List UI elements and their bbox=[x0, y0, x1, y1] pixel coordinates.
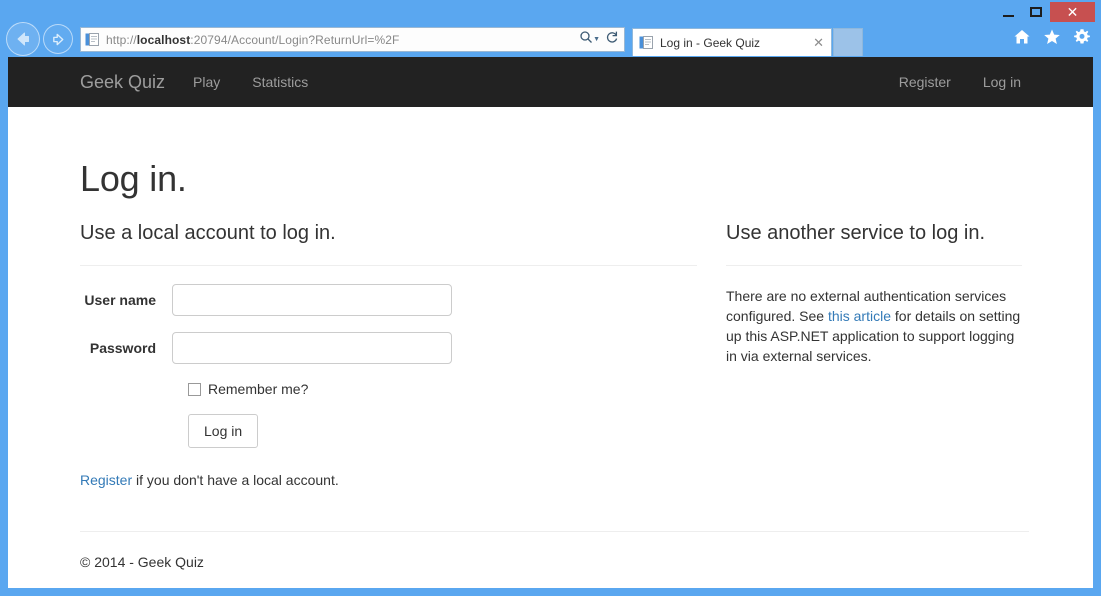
page-footer: © 2014 - Geek Quiz bbox=[80, 531, 1029, 586]
site-navbar: Geek Quiz Play Statistics Register Log i… bbox=[8, 57, 1093, 107]
settings-gear-icon[interactable] bbox=[1073, 28, 1091, 46]
browser-chrome-bar: http://localhost:20794/Account/Login?Ret… bbox=[0, 0, 1101, 57]
remember-me-label: Remember me? bbox=[208, 380, 308, 398]
nav-link-statistics[interactable]: Statistics bbox=[252, 73, 308, 91]
register-link[interactable]: Register bbox=[80, 472, 132, 488]
login-row: Use a local account to log in. User name… bbox=[80, 221, 1029, 504]
browser-toolbar-icons bbox=[1013, 28, 1091, 46]
browser-tab[interactable]: Log in - Geek Quiz ✕ bbox=[632, 28, 832, 56]
close-icon: ✕ bbox=[1067, 5, 1079, 19]
back-button[interactable] bbox=[6, 22, 40, 56]
footer-divider bbox=[80, 531, 1029, 532]
navigation-buttons bbox=[6, 22, 73, 56]
navbar-account-links: Register Log in bbox=[899, 73, 1021, 91]
page-container: Log in. Use a local account to log in. U… bbox=[80, 107, 1029, 504]
navbar-primary-links: Play Statistics bbox=[193, 73, 308, 91]
external-login-message: There are no external authentication ser… bbox=[726, 286, 1022, 366]
search-icon[interactable] bbox=[579, 30, 593, 49]
external-login-divider bbox=[726, 265, 1022, 266]
nav-link-login[interactable]: Log in bbox=[983, 73, 1021, 91]
page-title: Log in. bbox=[80, 107, 1029, 199]
local-login-divider bbox=[80, 265, 697, 266]
back-arrow-icon bbox=[13, 29, 33, 49]
minimize-icon bbox=[1003, 15, 1014, 17]
new-tab-button[interactable] bbox=[833, 28, 863, 56]
password-input[interactable] bbox=[172, 332, 452, 364]
tab-close-icon[interactable]: ✕ bbox=[810, 36, 827, 49]
login-submit-button[interactable]: Log in bbox=[188, 414, 258, 448]
register-prompt-text: if you don't have a local account. bbox=[132, 472, 339, 488]
forward-arrow-icon bbox=[50, 31, 67, 48]
maximize-icon bbox=[1030, 7, 1042, 17]
page-favicon-icon bbox=[85, 32, 100, 47]
register-prompt: Register if you don't have a local accou… bbox=[80, 470, 697, 490]
footer-copyright: © 2014 - Geek Quiz bbox=[80, 552, 1029, 572]
address-bar[interactable]: http://localhost:20794/Account/Login?Ret… bbox=[80, 27, 625, 52]
column-spacer bbox=[697, 221, 726, 504]
remember-me-row[interactable]: Remember me? bbox=[188, 380, 697, 398]
local-login-heading: Use a local account to log in. bbox=[80, 221, 697, 245]
browser-window: http://localhost:20794/Account/Login?Ret… bbox=[0, 0, 1101, 596]
password-form-group: Password bbox=[80, 332, 697, 364]
external-login-column: Use another service to log in. There are… bbox=[726, 221, 1022, 504]
login-form: User name Password Remember me? bbox=[80, 284, 697, 448]
password-label: Password bbox=[80, 340, 172, 356]
forward-button[interactable] bbox=[43, 24, 73, 54]
username-input[interactable] bbox=[172, 284, 452, 316]
url-host: localhost bbox=[137, 33, 191, 47]
url-prefix: http:// bbox=[106, 33, 137, 47]
tab-favicon-icon bbox=[639, 35, 654, 50]
window-controls: ✕ bbox=[994, 2, 1095, 22]
remember-me-checkbox[interactable] bbox=[188, 383, 201, 396]
nav-link-register[interactable]: Register bbox=[899, 73, 951, 91]
url-rest: :20794/Account/Login?ReturnUrl=%2F bbox=[190, 33, 399, 47]
this-article-link[interactable]: this article bbox=[828, 308, 891, 324]
search-dropdown-caret-icon[interactable]: ▼ bbox=[593, 36, 600, 43]
external-login-heading: Use another service to log in. bbox=[726, 221, 1022, 245]
nav-link-play[interactable]: Play bbox=[193, 73, 220, 91]
maximize-button[interactable] bbox=[1022, 2, 1050, 22]
tab-title: Log in - Geek Quiz bbox=[660, 36, 810, 50]
local-login-column: Use a local account to log in. User name… bbox=[80, 221, 697, 504]
address-url-text: http://localhost:20794/Account/Login?Ret… bbox=[106, 33, 579, 47]
refresh-icon[interactable] bbox=[605, 30, 619, 49]
home-icon[interactable] bbox=[1013, 28, 1031, 46]
username-form-group: User name bbox=[80, 284, 697, 316]
username-label: User name bbox=[80, 292, 172, 308]
page-viewport: Geek Quiz Play Statistics Register Log i… bbox=[8, 57, 1093, 588]
favorites-star-icon[interactable] bbox=[1043, 28, 1061, 46]
form-actions: Remember me? Log in bbox=[80, 380, 697, 448]
minimize-button[interactable] bbox=[994, 2, 1022, 22]
address-bar-tools: ▼ bbox=[579, 30, 624, 49]
close-window-button[interactable]: ✕ bbox=[1050, 2, 1095, 22]
brand-link[interactable]: Geek Quiz bbox=[80, 70, 165, 94]
